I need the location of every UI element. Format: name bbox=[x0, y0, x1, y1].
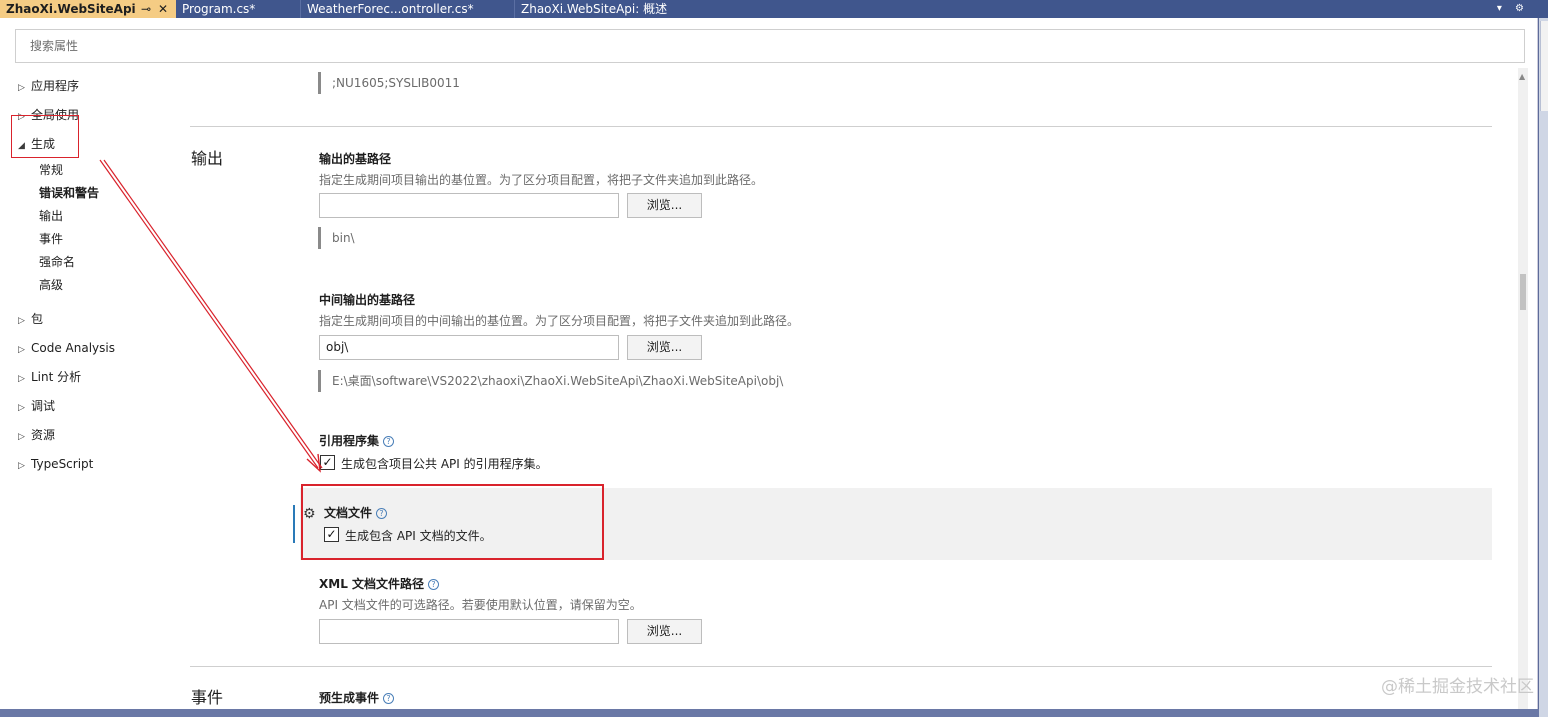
expand-arrow-icon[interactable]: ▷ bbox=[18, 312, 31, 330]
reference-assembly-heading: 引用程序集? bbox=[319, 432, 395, 449]
pre-build-event-label: 预生成事件 bbox=[319, 691, 380, 705]
nav-item-label: Code Analysis bbox=[31, 341, 115, 355]
document-tab-strip: ZhaoXi.WebSiteApi ⊸ ✕ Program.cs* Weathe… bbox=[0, 0, 1548, 18]
section-title-output: 输出 bbox=[191, 149, 224, 168]
nav-sub-errors-warnings[interactable]: 错误和警告 bbox=[39, 184, 99, 202]
selected-row-indicator bbox=[293, 505, 295, 543]
reference-assembly-checkbox[interactable]: ✓ bbox=[320, 455, 335, 470]
section-title-events: 事件 bbox=[191, 688, 224, 707]
xml-doc-path-label: XML 文档文件路径 bbox=[319, 577, 425, 591]
nav-item-package[interactable]: ▷ 包 bbox=[18, 310, 43, 328]
nav-item-label: Lint 分析 bbox=[31, 370, 82, 384]
project-properties-window: 搜索属性 ▷ 应用程序 ▷ 全局使用 ◢ 生成 常规 错误和警告 输出 事件 强命名 … bbox=[0, 18, 1538, 709]
nav-item-application[interactable]: ▷ 应用程序 bbox=[18, 77, 79, 95]
scroll-up-arrow-icon[interactable]: ▲ bbox=[1519, 72, 1525, 81]
close-icon[interactable]: ✕ bbox=[158, 0, 168, 18]
tab-overview[interactable]: ZhaoXi.WebSiteApi: 概述 bbox=[514, 0, 707, 18]
base-output-browse-button[interactable]: 浏览... bbox=[627, 193, 702, 218]
nav-sub-events[interactable]: 事件 bbox=[39, 230, 63, 248]
section-divider bbox=[190, 666, 1492, 667]
nav-item-resources[interactable]: ▷ 资源 bbox=[18, 426, 55, 444]
nav-item-label: 资源 bbox=[31, 428, 56, 442]
tab-label: ZhaoXi.WebSiteApi bbox=[6, 2, 136, 16]
pin-icon[interactable]: ⊸ bbox=[141, 0, 151, 18]
tab-tools: ▾ ⚙ bbox=[1487, 0, 1524, 18]
nav-item-code-analysis[interactable]: ▷ Code Analysis bbox=[18, 339, 115, 357]
section-divider bbox=[190, 126, 1492, 127]
pre-build-event-heading: 预生成事件? bbox=[319, 689, 395, 706]
base-output-resolved-path: bin\ bbox=[318, 227, 355, 249]
tab-label: ZhaoXi.WebSiteApi: 概述 bbox=[521, 2, 668, 16]
intermediate-output-path-label: 中间输出的基路径 bbox=[319, 293, 416, 307]
window-bottom-edge bbox=[0, 709, 1539, 717]
annotation-box-build bbox=[11, 115, 79, 158]
nav-sub-output[interactable]: 输出 bbox=[39, 207, 63, 225]
expand-arrow-icon[interactable]: ▷ bbox=[18, 79, 31, 97]
nav-item-typescript[interactable]: ▷ TypeScript bbox=[18, 455, 93, 473]
nav-sub-strong-naming[interactable]: 强命名 bbox=[39, 253, 75, 271]
expand-arrow-icon[interactable]: ▷ bbox=[18, 399, 31, 417]
settings-icon[interactable]: ⚙ bbox=[1515, 3, 1524, 14]
base-output-path-description: 指定生成期间项目输出的基位置。为了区分项目配置，将把子文件夹追加到此路径。 bbox=[319, 173, 764, 187]
intermediate-output-resolved-path: E:\桌面\software\VS2022\zhaoxi\ZhaoXi.WebS… bbox=[318, 370, 783, 392]
nav-item-debug[interactable]: ▷ 调试 bbox=[18, 397, 55, 415]
treat-warnings-value: ;NU1605;SYSLIB0011 bbox=[318, 72, 460, 94]
watermark: @稀土掘金技术社区 bbox=[1381, 677, 1534, 697]
help-icon[interactable]: ? bbox=[428, 579, 440, 590]
annotation-box-documentation-file bbox=[301, 484, 604, 560]
tab-label: WeatherForec...ontroller.cs* bbox=[307, 2, 474, 16]
expand-arrow-icon[interactable]: ▷ bbox=[18, 428, 31, 446]
nav-item-label: TypeScript bbox=[31, 457, 94, 471]
tab-zhaoxi-websiteapi[interactable]: ZhaoXi.WebSiteApi ⊸ ✕ bbox=[0, 0, 176, 18]
intermediate-output-path-description: 指定生成期间项目的中间输出的基位置。为了区分项目配置，将把子文件夹追加到此路径。 bbox=[319, 314, 800, 328]
nav-sub-advanced[interactable]: 高级 bbox=[39, 276, 63, 294]
nav-item-label: 包 bbox=[31, 312, 44, 326]
tab-label: Program.cs* bbox=[182, 2, 256, 16]
annotation-arrow bbox=[99, 159, 323, 473]
nav-sub-general[interactable]: 常规 bbox=[39, 161, 63, 179]
intermediate-output-browse-button[interactable]: 浏览... bbox=[627, 335, 702, 360]
expand-arrow-icon[interactable]: ▷ bbox=[18, 341, 31, 359]
nav-item-label: 应用程序 bbox=[31, 79, 80, 93]
xml-doc-path-description: API 文档文件的可选路径。若要使用默认位置，请保留为空。 bbox=[319, 598, 642, 612]
tab-program-cs[interactable]: Program.cs* bbox=[176, 0, 300, 18]
xml-doc-path-heading: XML 文档文件路径? bbox=[319, 575, 440, 592]
base-output-path-input[interactable] bbox=[319, 193, 619, 218]
vertical-scrollbar[interactable]: ▲ bbox=[1518, 68, 1528, 709]
base-output-path-label: 输出的基路径 bbox=[319, 152, 392, 166]
expand-arrow-icon[interactable]: ▷ bbox=[18, 457, 31, 475]
intermediate-output-path-input[interactable]: obj\ bbox=[319, 335, 619, 360]
nav-item-label: 调试 bbox=[31, 399, 56, 413]
help-icon[interactable]: ? bbox=[383, 693, 395, 704]
side-panel-edge bbox=[1539, 18, 1548, 717]
expand-arrow-icon[interactable]: ▷ bbox=[18, 370, 31, 388]
nav-item-lint[interactable]: ▷ Lint 分析 bbox=[18, 368, 81, 386]
xml-doc-path-browse-button[interactable]: 浏览... bbox=[627, 619, 702, 644]
reference-assembly-label: 引用程序集 bbox=[319, 434, 380, 448]
xml-doc-path-input[interactable] bbox=[319, 619, 619, 644]
tab-weatherforecast-controller[interactable]: WeatherForec...ontroller.cs* bbox=[300, 0, 514, 18]
search-properties-input[interactable]: 搜索属性 bbox=[15, 29, 1525, 63]
tab-list-dropdown-icon[interactable]: ▾ bbox=[1497, 3, 1502, 14]
reference-assembly-checkbox-label: 生成包含项目公共 API 的引用程序集。 bbox=[341, 457, 548, 471]
help-icon[interactable]: ? bbox=[383, 436, 395, 447]
scrollbar-thumb[interactable] bbox=[1520, 274, 1526, 310]
